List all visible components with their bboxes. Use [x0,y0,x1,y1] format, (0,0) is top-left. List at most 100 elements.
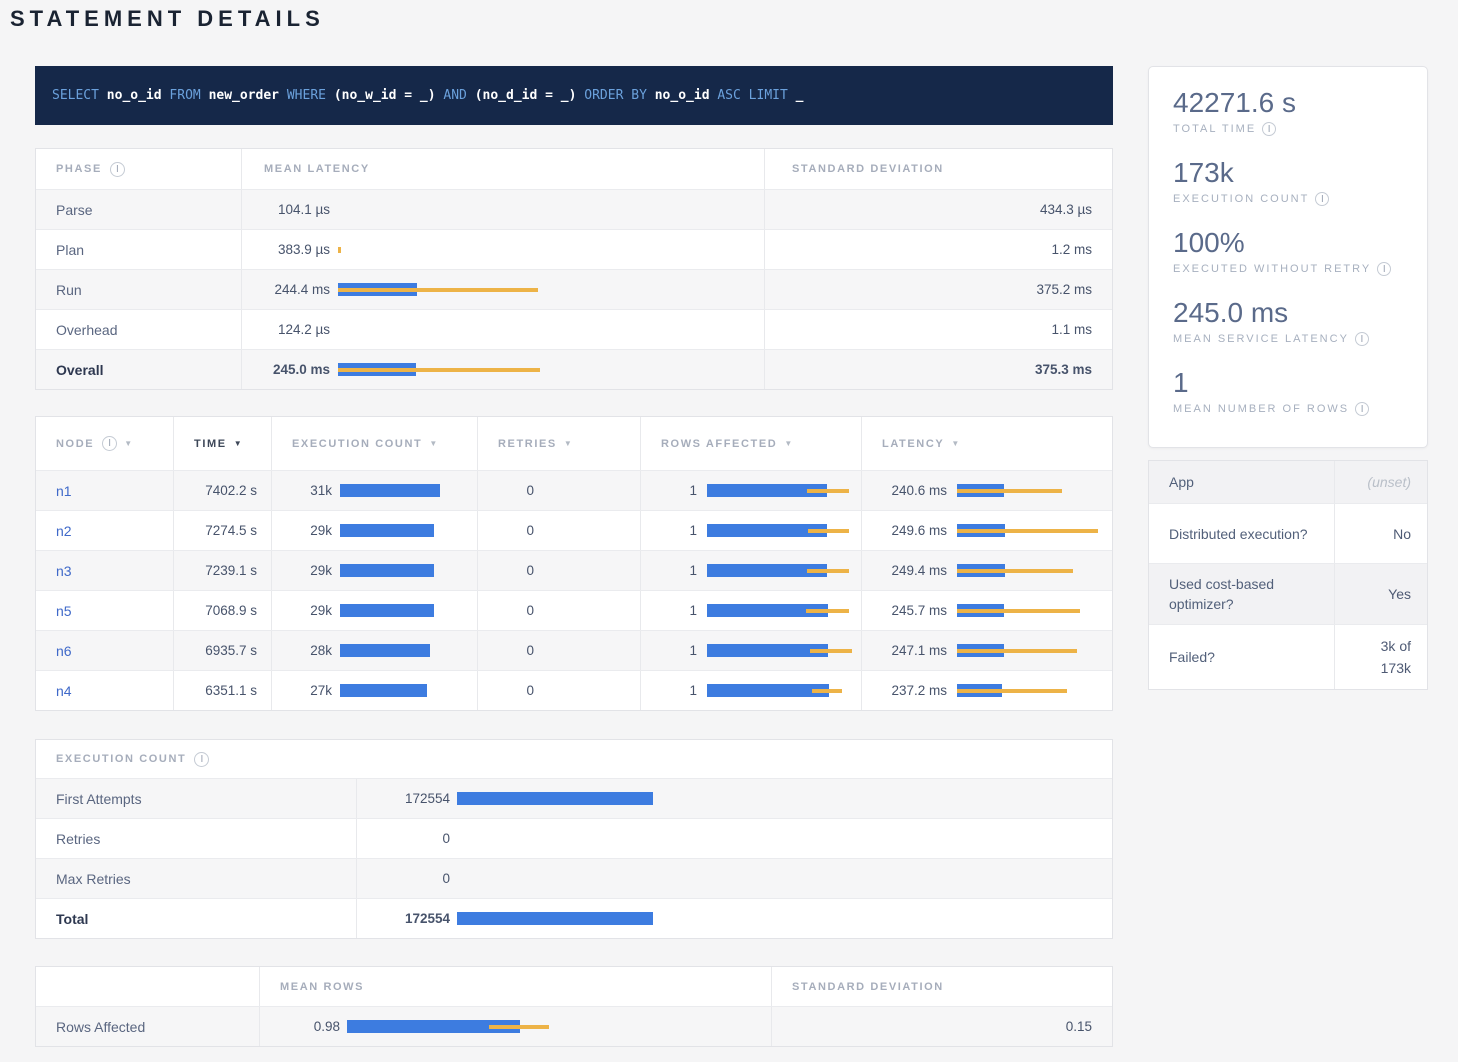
info-icon[interactable]: i [1315,192,1329,206]
std-deviation-column-header: Standard Deviation [771,967,1112,1006]
table-row: Max Retries 0 [36,858,1112,898]
mean-latency-value: 244.4 ms [242,282,330,297]
latency-column-header[interactable]: Latency▼ [861,417,1112,470]
statement-attributes-table: App (unset) Distributed execution? No Us… [1148,460,1428,690]
stat-value: 1 [1173,367,1403,399]
execution-count-bar [340,484,440,497]
mean-latency-value: 383.9 µs [242,242,330,257]
statement-details-page: Statement Details SELECT no_o_id FROM ne… [0,0,1458,1062]
table-row: Failed? 3k of 173k [1149,624,1427,689]
rows-affected-value: 1 [641,603,697,618]
latency-value: 240.6 ms [862,483,947,498]
execution-count-value: 29k [272,603,332,618]
latency-bar [338,363,540,376]
exec-count-value: 172554 [357,911,450,926]
retries-value: 0 [478,603,534,618]
rows-affected-column-header[interactable]: Rows Affected▼ [640,417,861,470]
latency-bar [957,604,1080,617]
info-icon[interactable]: i [194,752,209,767]
sql-statement-box: SELECT no_o_id FROM new_order WHERE (no_… [35,66,1113,125]
execution-count-bar [340,604,434,617]
execution-count-value: 29k [272,523,332,538]
node-link[interactable]: n2 [56,523,72,539]
execution-count-value: 27k [272,683,332,698]
mean-rows-column-header: Mean Rows [259,967,771,1006]
sort-desc-icon: ▼ [951,439,961,448]
latency-bar [338,243,344,256]
phase-column-header: Phasei [36,149,241,189]
execution-count-table: Execution Counti First Attempts 172554 R… [35,739,1113,939]
sort-desc-icon: ▼ [784,439,794,448]
table-row: App (unset) [1149,461,1427,503]
rows-affected-row-label: Rows Affected [36,1007,259,1046]
node-link[interactable]: n5 [56,603,72,619]
rows-affected-bar [707,524,849,537]
mean-latency-value: 124.2 µs [242,322,330,337]
info-icon[interactable]: i [110,162,125,177]
time-value: 7068.9 s [173,591,271,630]
node-link[interactable]: n3 [56,563,72,579]
empty-column-header [36,967,259,1006]
node-link[interactable]: n4 [56,683,72,699]
node-link[interactable]: n1 [56,483,72,499]
node-link[interactable]: n6 [56,643,72,659]
rows-affected-bar [707,564,849,577]
std-deviation-value: 1.1 ms [764,310,1112,349]
info-icon[interactable]: i [1262,122,1276,136]
stat-executed-without-retry: 100% Executed without Retryi [1173,227,1403,276]
stat-label: Total Timei [1173,122,1403,136]
table-row: Total 172554 [36,898,1112,938]
execution-count-section-header: Execution Counti [56,740,209,778]
phase-label: Plan [36,230,241,269]
latency-bar [957,484,1062,497]
rows-affected-bar [707,644,852,657]
exec-count-value: 0 [357,831,450,846]
execution-count-table-header: Execution Counti [36,740,1112,778]
main-column: SELECT no_o_id FROM new_order WHERE (no_… [35,66,1113,1047]
phase-table-header: Phasei Mean Latency Standard Deviation [36,149,1112,189]
phase-label: Overall [36,350,241,389]
retries-column-header[interactable]: Retries▼ [477,417,640,470]
info-icon[interactable]: i [1355,332,1369,346]
sort-desc-icon: ▼ [234,439,244,448]
node-table-header: Nodei▼ Time▼ Execution Count▼ Retries▼ R… [36,417,1112,470]
time-value: 7239.1 s [173,551,271,590]
exec-row-label: Retries [36,819,356,858]
table-row: Retries 0 [36,818,1112,858]
table-row: Rows Affected 0.98 0.15 [36,1006,1112,1046]
stat-mean-service-latency: 245.0 ms Mean Service Latencyi [1173,297,1403,346]
table-row: Run 244.4 ms 375.2 ms [36,269,1112,309]
retries-value: 0 [478,523,534,538]
info-icon[interactable]: i [102,436,117,451]
attribute-value: No [1334,504,1427,563]
rows-affected-value: 1 [641,683,697,698]
table-row: Parse 104.1 µs 434.3 µs [36,189,1112,229]
table-row: Overhead 124.2 µs 1.1 ms [36,309,1112,349]
stat-value: 173k [1173,157,1403,189]
table-row: n3 7239.1 s 29k 0 1 249.4 ms [36,550,1112,590]
latency-value: 237.2 ms [862,683,947,698]
time-column-header[interactable]: Time▼ [173,417,271,470]
exec-row-label: Total [36,899,356,938]
execution-count-bar [340,524,434,537]
phase-label: Parse [36,190,241,229]
std-deviation-value: 434.3 µs [764,190,1112,229]
exec-row-label: First Attempts [36,779,356,818]
info-icon[interactable]: i [1355,402,1369,416]
info-icon[interactable]: i [1377,262,1391,276]
table-row: Distributed execution? No [1149,503,1427,563]
summary-sidebar: 42271.6 s Total Timei 173k Execution Cou… [1148,66,1428,690]
attribute-label: App [1149,461,1334,503]
latency-value: 245.7 ms [862,603,947,618]
std-deviation-value: 375.3 ms [764,350,1112,389]
rows-affected-value: 1 [641,523,697,538]
execution-count-column-header[interactable]: Execution Count▼ [271,417,477,470]
latency-value: 249.6 ms [862,523,947,538]
node-column-header[interactable]: Nodei▼ [36,417,173,470]
stat-total-time: 42271.6 s Total Timei [1173,87,1403,136]
stat-value: 245.0 ms [1173,297,1403,329]
time-value: 7274.5 s [173,511,271,550]
latency-value: 249.4 ms [862,563,947,578]
table-row: Used cost-based optimizer? Yes [1149,563,1427,624]
mean-rows-value: 0.98 [260,1019,340,1034]
